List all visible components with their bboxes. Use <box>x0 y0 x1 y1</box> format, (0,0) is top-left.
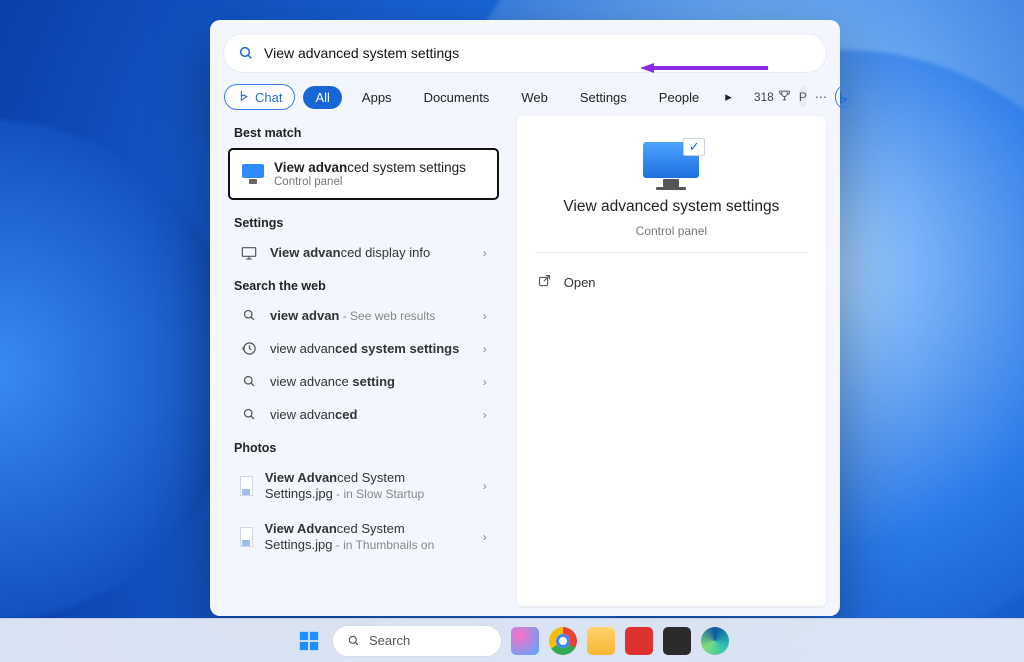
preview-pane: ✓ View advanced system settings Control … <box>517 116 826 606</box>
divider <box>535 252 808 253</box>
web-result[interactable]: view advance setting › <box>228 365 499 398</box>
section-photos: Photos <box>224 431 503 461</box>
history-icon <box>240 341 258 356</box>
photo-result[interactable]: View Advanced System Settings.jpg - in T… <box>228 512 499 563</box>
filter-settings[interactable]: Settings <box>568 86 639 109</box>
bing-chat-icon <box>237 89 250 105</box>
web-result[interactable]: view advanced system settings › <box>228 332 499 365</box>
open-label: Open <box>564 275 596 290</box>
search-icon <box>240 374 258 389</box>
filter-apps[interactable]: Apps <box>350 86 404 109</box>
chat-label: Chat <box>255 90 282 105</box>
result-text: View Advanced System Settings.jpg - in S… <box>265 470 471 503</box>
result-text: View Advanced System Settings.jpg - in T… <box>265 521 471 554</box>
search-icon <box>238 45 254 61</box>
result-text: view advanced <box>270 407 357 422</box>
taskbar-explorer[interactable] <box>586 626 616 656</box>
chevron-right-icon: › <box>483 246 487 260</box>
web-result[interactable]: view advanced › <box>228 398 499 431</box>
filter-row: Chat All Apps Documents Web Settings Peo… <box>224 84 826 110</box>
display-icon <box>240 246 258 260</box>
more-icon[interactable]: ⋯ <box>815 86 827 108</box>
filter-web[interactable]: Web <box>509 86 560 109</box>
taskbar-edge[interactable] <box>700 626 730 656</box>
bing-icon[interactable] <box>835 86 851 108</box>
profile-badge[interactable]: P <box>799 86 807 108</box>
taskbar-app-dark[interactable] <box>662 626 692 656</box>
trophy-icon <box>778 89 791 105</box>
preview-title: View advanced system settings <box>563 198 779 216</box>
taskbar-app-red[interactable] <box>624 626 654 656</box>
taskbar: Search <box>0 618 1024 662</box>
best-match-subtitle: Control panel <box>274 176 466 188</box>
settings-result[interactable]: View advanced display info › <box>228 236 499 269</box>
taskbar-chrome[interactable] <box>548 626 578 656</box>
chevron-right-icon: › <box>483 479 487 493</box>
image-file-icon <box>240 476 253 496</box>
filter-people[interactable]: People <box>647 86 711 109</box>
system-settings-icon <box>242 164 264 184</box>
filter-documents[interactable]: Documents <box>412 86 502 109</box>
start-button[interactable] <box>294 626 324 656</box>
photo-result[interactable]: View Advanced System Settings.jpg - in S… <box>228 461 499 512</box>
preview-system-icon: ✓ <box>643 142 699 190</box>
result-text: view advanced system settings <box>270 341 459 356</box>
open-action[interactable]: Open <box>535 267 808 297</box>
result-text: view advance setting <box>270 374 395 389</box>
filter-more[interactable]: ▸ <box>719 85 738 109</box>
image-file-icon <box>240 527 253 547</box>
best-match-title: View advanced system settings <box>274 160 466 175</box>
chat-chip[interactable]: Chat <box>224 84 295 110</box>
result-text: View advanced display info <box>270 245 430 260</box>
result-text: view advan - See web results <box>270 308 435 323</box>
chevron-right-icon: › <box>483 375 487 389</box>
section-web: Search the web <box>224 269 503 299</box>
results-left-column: Best match View advanced system settings… <box>224 116 503 606</box>
search-box[interactable] <box>224 34 826 72</box>
chevron-right-icon: › <box>483 309 487 323</box>
rewards-points[interactable]: 318 <box>754 89 791 105</box>
start-search-panel: Chat All Apps Documents Web Settings Peo… <box>210 20 840 616</box>
best-match-card[interactable]: View advanced system settings Control pa… <box>228 148 499 200</box>
chevron-right-icon: › <box>483 342 487 356</box>
filter-all[interactable]: All <box>303 86 341 109</box>
section-best-match: Best match <box>224 116 503 146</box>
web-result[interactable]: view advan - See web results › <box>228 299 499 332</box>
taskbar-search[interactable]: Search <box>332 625 502 657</box>
search-icon <box>240 308 258 323</box>
chevron-right-icon: › <box>483 530 487 544</box>
open-icon <box>537 273 552 291</box>
taskbar-search-placeholder: Search <box>369 633 410 648</box>
preview-subtitle: Control panel <box>636 224 707 238</box>
search-input[interactable] <box>264 45 812 61</box>
section-settings: Settings <box>224 206 503 236</box>
chevron-right-icon: › <box>483 408 487 422</box>
search-icon <box>240 407 258 422</box>
taskbar-copilot[interactable] <box>510 626 540 656</box>
